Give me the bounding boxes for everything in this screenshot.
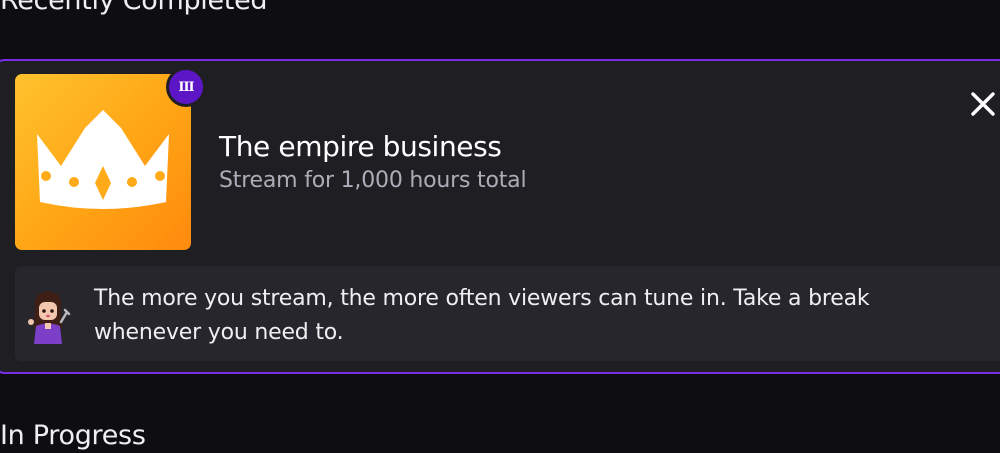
streamer-avatar-icon bbox=[28, 291, 71, 344]
tier-badge: III bbox=[166, 67, 206, 107]
tip-box: The more you stream, the more often view… bbox=[15, 266, 1000, 361]
achievement-title: The empire business bbox=[219, 130, 502, 163]
achievement-badge bbox=[15, 74, 191, 250]
close-icon[interactable] bbox=[968, 89, 998, 119]
achievement-description: Stream for 1,000 hours total bbox=[219, 168, 527, 193]
in-progress-heading: In Progress bbox=[0, 420, 146, 451]
recently-completed-heading: Recently Completed bbox=[0, 0, 268, 16]
dismiss-button[interactable] bbox=[968, 89, 998, 119]
crown-icon bbox=[37, 110, 169, 209]
tier-label: III bbox=[178, 79, 194, 95]
page: Recently Completed III The empire busine… bbox=[0, 0, 1000, 453]
achievement-card: III The empire business Stream for 1,000… bbox=[0, 59, 1000, 374]
tip-text: The more you stream, the more often view… bbox=[94, 286, 870, 345]
